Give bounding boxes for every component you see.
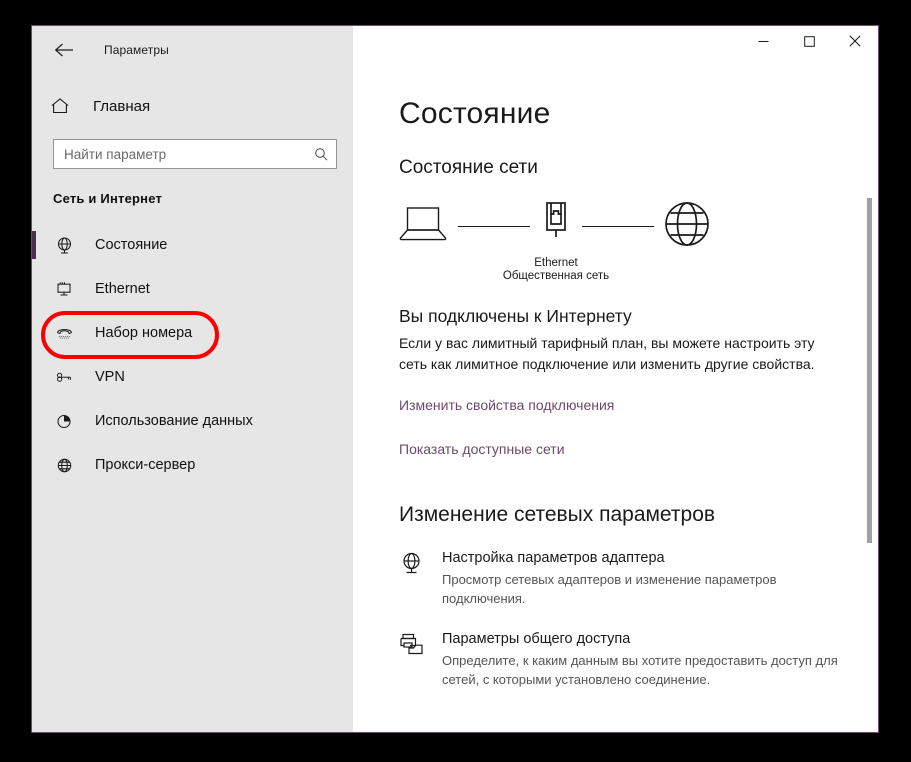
setting-adapter-options-desc: Просмотр сетевых адаптеров и изменение п…	[442, 572, 777, 606]
setting-sharing-options[interactable]: Параметры общего доступа Определите, к к…	[399, 630, 859, 689]
diagram-link-right	[582, 226, 654, 227]
laptop-icon	[399, 205, 449, 248]
globe-monitor-icon	[399, 549, 429, 608]
setting-adapter-options[interactable]: Настройка параметров адаптера Просмотр с…	[399, 549, 859, 608]
sidebar-item-home-label: Главная	[93, 97, 151, 115]
telephone-icon	[53, 324, 75, 343]
diagram-network-type: Общественная сеть	[502, 270, 610, 282]
sidebar-nav: Состояние Ethernet Набор номера VPN Испо…	[32, 223, 353, 487]
sidebar-item-vpn-label: VPN	[95, 369, 125, 385]
sidebar-item-proxy-label: Прокси-сервер	[95, 457, 196, 473]
sharing-printer-folder-icon	[399, 630, 429, 689]
diagram-link-left	[458, 226, 530, 227]
change-settings-heading: Изменение сетевых параметров	[399, 503, 716, 526]
maximize-button[interactable]	[786, 26, 832, 56]
minimize-button[interactable]	[740, 26, 786, 56]
change-connection-properties-link[interactable]: Изменить свойства подключения	[399, 397, 614, 413]
setting-sharing-options-title: Параметры общего доступа	[442, 631, 631, 647]
sidebar-item-ethernet[interactable]: Ethernet	[32, 267, 353, 311]
diagram-caption: Ethernet Общественная сеть	[401, 257, 711, 282]
search-input[interactable]	[54, 140, 336, 168]
globe-icon	[663, 200, 711, 253]
search-icon[interactable]	[314, 147, 328, 161]
ethernet-monitor-icon	[53, 280, 75, 299]
close-button[interactable]	[832, 26, 878, 56]
globe-icon	[53, 456, 75, 475]
globe-monitor-icon	[53, 236, 75, 255]
network-status-heading: Состояние сети	[399, 157, 538, 178]
sidebar-item-home[interactable]: Главная	[32, 86, 353, 126]
sidebar: Параметры Главная Сеть и Интернет	[32, 26, 353, 732]
back-arrow-icon[interactable]	[49, 35, 79, 65]
ethernet-port-icon	[539, 201, 573, 252]
show-available-networks-link[interactable]: Показать доступные сети	[399, 441, 565, 457]
sidebar-item-proxy[interactable]: Прокси-сервер	[32, 443, 353, 487]
home-icon	[50, 97, 74, 115]
connection-status: Вы подключены к Интернету	[399, 306, 632, 326]
sidebar-titlebar: Параметры	[32, 26, 353, 73]
sidebar-group-title: Сеть и Интернет	[53, 191, 163, 206]
pie-chart-icon	[53, 412, 75, 431]
setting-sharing-options-desc: Определите, к каким данным вы хотите пре…	[442, 653, 838, 687]
diagram-adapter-name: Ethernet	[534, 257, 578, 269]
sidebar-item-dialup[interactable]: Набор номера	[32, 311, 353, 355]
sidebar-item-status-label: Состояние	[95, 237, 168, 253]
sidebar-item-status[interactable]: Состояние	[32, 223, 353, 267]
sidebar-item-dialup-label: Набор номера	[95, 325, 193, 341]
sidebar-item-vpn[interactable]: VPN	[32, 355, 353, 399]
setting-adapter-options-title: Настройка параметров адаптера	[442, 550, 665, 566]
sidebar-item-data-usage[interactable]: Использование данных	[32, 399, 353, 443]
connection-description: Если у вас лимитный тарифный план, вы мо…	[399, 335, 815, 372]
content-scrollbar[interactable]	[867, 73, 875, 732]
content-inner: Состояние Состояние сети Ethernet Общест…	[353, 97, 878, 689]
content-pane: Состояние Состояние сети Ethernet Общест…	[353, 26, 878, 732]
sidebar-item-ethernet-label: Ethernet	[95, 281, 150, 297]
page-title: Состояние	[399, 97, 551, 130]
network-diagram: Ethernet Общественная сеть	[399, 200, 711, 282]
window-controls	[353, 26, 878, 73]
settings-window: Параметры Главная Сеть и Интернет	[31, 25, 879, 733]
scrollbar-thumb[interactable]	[867, 198, 872, 543]
app-title: Параметры	[104, 42, 169, 57]
search-box[interactable]	[53, 139, 337, 169]
vpn-key-icon	[53, 368, 75, 387]
sidebar-item-data-usage-label: Использование данных	[95, 413, 253, 429]
